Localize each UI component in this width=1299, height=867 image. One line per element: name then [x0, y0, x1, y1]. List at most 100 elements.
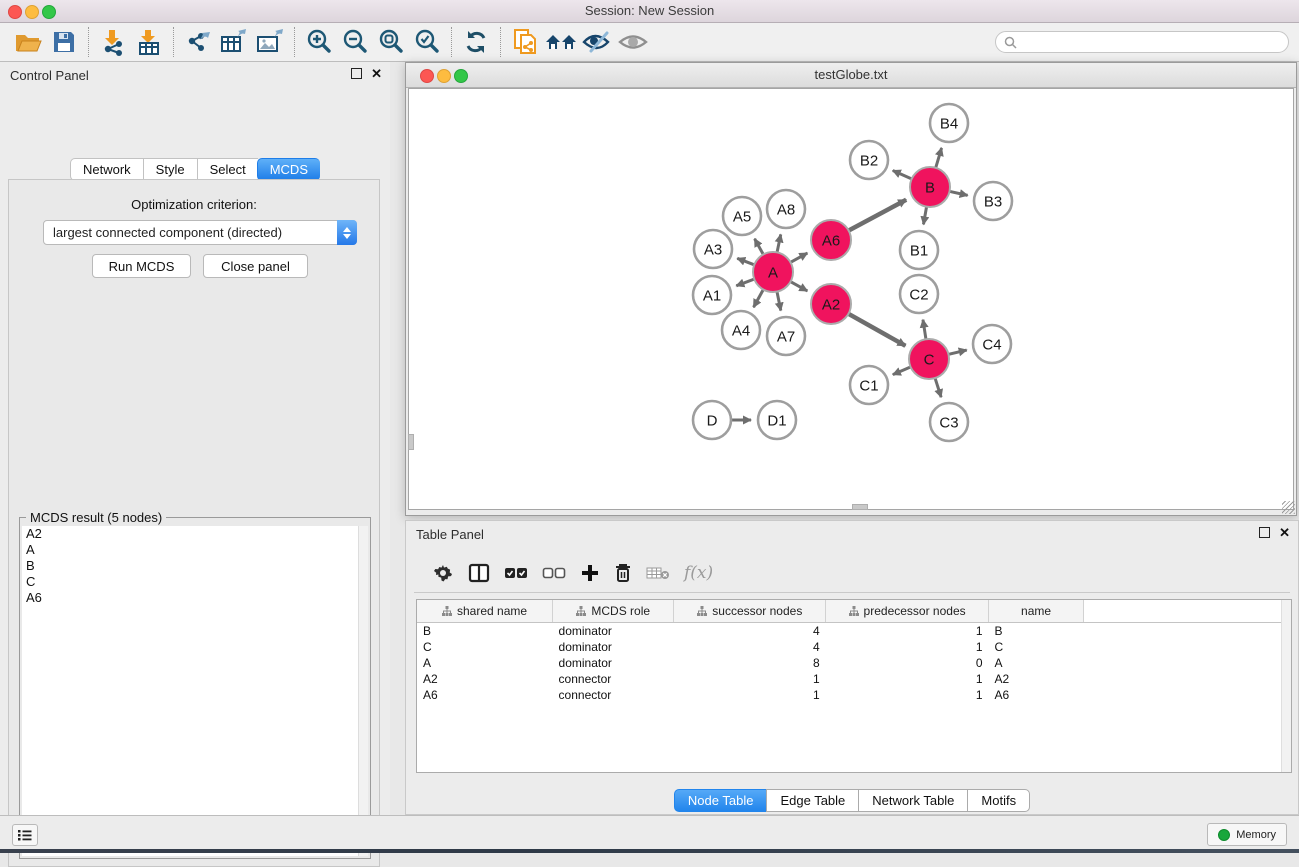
delete-table-icon[interactable] [646, 558, 670, 588]
table-cell[interactable] [1084, 671, 1291, 687]
tab-network-table[interactable]: Network Table [858, 789, 967, 812]
minimize-network-icon[interactable] [437, 69, 451, 83]
close-panel-button[interactable]: Close panel [203, 254, 308, 278]
close-panel-icon[interactable]: ✕ [371, 68, 382, 79]
tab-node-table[interactable]: Node Table [674, 789, 767, 812]
table-cell[interactable]: 8 [674, 655, 826, 671]
graph-node-A3[interactable]: A3 [694, 230, 732, 268]
resize-grip[interactable] [1282, 501, 1295, 514]
result-item[interactable]: A [22, 542, 368, 558]
zoom-in-icon[interactable] [301, 26, 337, 58]
graph-node-D1[interactable]: D1 [758, 401, 796, 439]
duplicate-network-icon[interactable] [507, 26, 543, 58]
show-all-networks-icon[interactable] [543, 26, 579, 58]
hide-selected-icon[interactable] [579, 26, 615, 58]
graph-node-A[interactable]: A [753, 252, 793, 292]
table-row[interactable]: A6connector11A6 [417, 687, 1291, 703]
column-header-MCDS-role[interactable]: MCDS role [553, 600, 674, 623]
save-icon[interactable] [46, 26, 82, 58]
graph-node-B3[interactable]: B3 [974, 182, 1012, 220]
graph-node-A1[interactable]: A1 [693, 276, 731, 314]
graph-node-A4[interactable]: A4 [722, 311, 760, 349]
close-table-panel-icon[interactable]: ✕ [1279, 527, 1290, 538]
canvas-hscroll-thumb[interactable] [852, 504, 868, 510]
table-cell[interactable]: C [989, 639, 1084, 655]
search-field[interactable] [995, 31, 1289, 53]
table-cell[interactable]: dominator [553, 623, 674, 640]
maximize-window-icon[interactable] [42, 5, 56, 19]
table-cell[interactable]: 1 [826, 623, 989, 640]
deselect-all-icon[interactable] [542, 558, 566, 588]
export-image-icon[interactable] [252, 26, 288, 58]
float-panel-icon[interactable] [351, 68, 362, 79]
table-cell[interactable]: 1 [826, 671, 989, 687]
result-item[interactable]: B [22, 558, 368, 574]
table-cell[interactable]: connector [553, 687, 674, 703]
tab-select[interactable]: Select [197, 158, 258, 181]
table-cell[interactable]: A2 [989, 671, 1084, 687]
tab-edge-table[interactable]: Edge Table [766, 789, 858, 812]
graph-node-C3[interactable]: C3 [930, 403, 968, 441]
graph-node-B[interactable]: B [910, 167, 950, 207]
column-header-shared-name[interactable]: shared name [417, 600, 553, 623]
column-header-successor-nodes[interactable]: successor nodes [674, 600, 826, 623]
open-folder-icon[interactable] [10, 26, 46, 58]
graph-node-A2[interactable]: A2 [811, 284, 851, 324]
refresh-icon[interactable] [458, 26, 494, 58]
add-icon[interactable] [580, 558, 600, 588]
minimize-window-icon[interactable] [25, 5, 39, 19]
table-cell[interactable]: A2 [417, 671, 553, 687]
graph-node-B4[interactable]: B4 [930, 104, 968, 142]
memory-button[interactable]: Memory [1207, 823, 1287, 846]
close-network-icon[interactable] [420, 69, 434, 83]
table-cell[interactable]: dominator [553, 639, 674, 655]
run-mcds-button[interactable]: Run MCDS [92, 254, 191, 278]
import-table-icon[interactable] [131, 26, 167, 58]
tab-style[interactable]: Style [143, 158, 197, 181]
result-item[interactable]: A2 [22, 526, 368, 542]
graph-node-A7[interactable]: A7 [767, 317, 805, 355]
table-row[interactable]: Bdominator41B [417, 623, 1291, 640]
table-row[interactable]: Cdominator41C [417, 639, 1291, 655]
graph-node-A8[interactable]: A8 [767, 190, 805, 228]
table-scrollbar[interactable] [1281, 600, 1291, 772]
graph-node-A6[interactable]: A6 [811, 220, 851, 260]
tab-network[interactable]: Network [70, 158, 143, 181]
table-row[interactable]: A2connector11A2 [417, 671, 1291, 687]
result-item[interactable]: A6 [22, 590, 368, 606]
result-scrollbar[interactable] [358, 526, 368, 856]
maximize-network-icon[interactable] [454, 69, 468, 83]
criterion-dropdown[interactable]: largest connected component (directed) [43, 220, 357, 245]
graph-node-C[interactable]: C [909, 339, 949, 379]
export-table-icon[interactable] [216, 26, 252, 58]
graph-node-B2[interactable]: B2 [850, 141, 888, 179]
table-cell[interactable] [1084, 687, 1291, 703]
table-cell[interactable]: 1 [674, 687, 826, 703]
import-network-icon[interactable] [95, 26, 131, 58]
table-cell[interactable]: A6 [417, 687, 553, 703]
float-table-panel-icon[interactable] [1259, 527, 1270, 538]
table-cell[interactable]: C [417, 639, 553, 655]
table-cell[interactable]: 1 [826, 687, 989, 703]
table-cell[interactable]: dominator [553, 655, 674, 671]
graph-node-A5[interactable]: A5 [723, 197, 761, 235]
zoom-out-icon[interactable] [337, 26, 373, 58]
select-all-icon[interactable] [504, 558, 528, 588]
task-history-button[interactable] [12, 824, 38, 846]
network-canvas[interactable]: AA1A2A3A4A5A6A7A8BB1B2B3B4CC1C2C3C4DD1 [408, 88, 1294, 510]
table-cell[interactable]: A6 [989, 687, 1084, 703]
table-cell[interactable] [1084, 623, 1291, 640]
show-selected-icon[interactable] [615, 26, 651, 58]
graph-node-B1[interactable]: B1 [900, 231, 938, 269]
table-cell[interactable]: 1 [674, 671, 826, 687]
table-cell[interactable]: 0 [826, 655, 989, 671]
column-header-predecessor-nodes[interactable]: predecessor nodes [826, 600, 989, 623]
function-builder-icon[interactable]: f(x) [684, 558, 713, 588]
close-window-icon[interactable] [8, 5, 22, 19]
table-cell[interactable]: B [989, 623, 1084, 640]
table-cell[interactable]: A [417, 655, 553, 671]
graph-node-C1[interactable]: C1 [850, 366, 888, 404]
table-row[interactable]: Adominator80A [417, 655, 1291, 671]
graph-node-C4[interactable]: C4 [973, 325, 1011, 363]
result-item[interactable]: C [22, 574, 368, 590]
